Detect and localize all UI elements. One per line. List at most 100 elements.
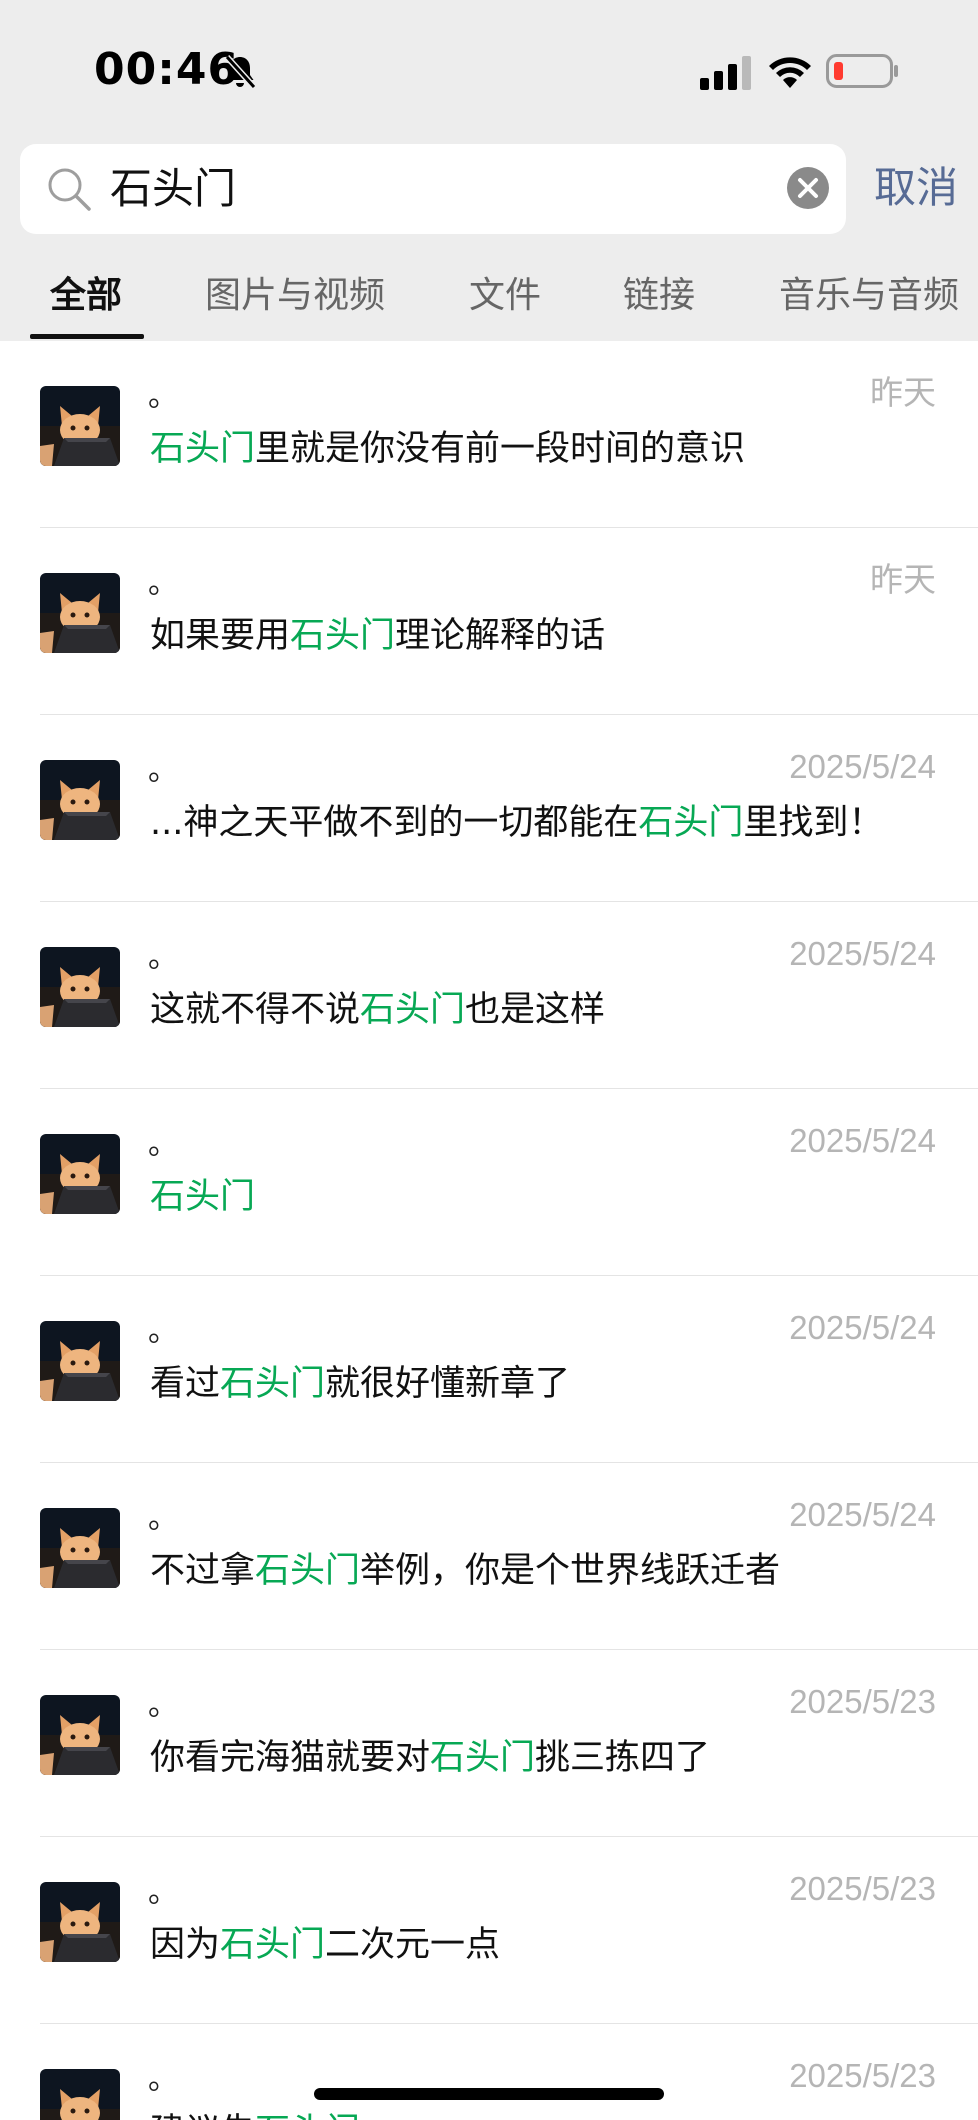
- cat-avatar-icon: [40, 2069, 120, 2120]
- snippet-text-before: 建议先: [150, 2112, 255, 2120]
- search-input[interactable]: 石头门: [110, 162, 236, 216]
- snippet-text-before: ...神之天平做不到的一切都能在: [150, 803, 639, 843]
- message-date: 2025/5/24: [789, 935, 936, 972]
- snippet-text-before: 因为: [150, 1925, 221, 1965]
- snippet-text-before: 这就不得不说: [150, 990, 361, 1030]
- avatar: [40, 1882, 120, 1962]
- message-snippet: 建议先石头门: [150, 2108, 360, 2120]
- cat-avatar-icon: [40, 1882, 120, 1962]
- sender-name: 。: [148, 1127, 178, 1162]
- message-snippet: 不过拿石头门举例，你是个世界线跃迁者: [150, 1547, 780, 1595]
- avatar: [40, 760, 120, 840]
- tab-images-videos[interactable]: 图片与视频: [205, 272, 385, 320]
- snippet-text-after: 理论解释的话: [395, 616, 606, 656]
- cat-avatar-icon: [40, 760, 120, 840]
- message-snippet: 如果要用石头门理论解释的话: [150, 612, 605, 660]
- message-date: 2025/5/24: [789, 748, 936, 785]
- keyword-highlight: 石头门: [255, 2112, 360, 2120]
- sender-name: 。: [148, 2062, 178, 2097]
- keyword-highlight: 石头门: [360, 990, 466, 1030]
- message-date: 2025/5/24: [789, 1309, 936, 1346]
- results-list: 。 昨天 石头门里就是你没有前一段时间的意识 。 昨天 如果要用石头门理论解释的…: [0, 341, 978, 2120]
- header: 00:46 石头门 取消 全部 图片与视频 文件 链接 音乐与音频: [0, 0, 978, 341]
- search-result-item[interactable]: 。 2025/5/24 不过拿石头门举例，你是个世界线跃迁者: [0, 1463, 978, 1650]
- avatar: [40, 1695, 120, 1775]
- snippet-text-after: 里找到！: [743, 803, 884, 843]
- keyword-highlight: 石头门: [220, 1925, 326, 1965]
- avatar: [40, 573, 120, 653]
- keyword-highlight: 石头门: [430, 1738, 536, 1778]
- clear-icon[interactable]: [786, 166, 830, 210]
- sender-name: 。: [148, 1688, 178, 1723]
- cat-avatar-icon: [40, 386, 120, 466]
- tab-files[interactable]: 文件: [469, 272, 541, 320]
- snippet-text-after: 也是这样: [465, 990, 606, 1030]
- sender-name: 。: [148, 940, 178, 975]
- message-snippet: 看过石头门就很好懂新章了: [150, 1360, 570, 1408]
- avatar: [40, 1321, 120, 1401]
- keyword-highlight: 石头门: [150, 429, 256, 469]
- tab-all[interactable]: 全部: [50, 272, 122, 320]
- message-snippet: ...神之天平做不到的一切都能在石头门里找到！: [150, 799, 883, 847]
- cat-avatar-icon: [40, 1134, 120, 1214]
- cat-avatar-icon: [40, 1321, 120, 1401]
- avatar: [40, 947, 120, 1027]
- search-result-item[interactable]: 。 2025/5/23 你看完海猫就要对石头门挑三拣四了: [0, 1650, 978, 1837]
- sender-name: 。: [148, 1314, 178, 1349]
- sender-name: 。: [148, 379, 178, 414]
- sender-name: 。: [148, 1501, 178, 1536]
- sender-name: 。: [148, 753, 178, 788]
- home-indicator[interactable]: [314, 2088, 664, 2100]
- message-date: 2025/5/23: [789, 1683, 936, 1720]
- keyword-highlight: 石头门: [150, 1177, 256, 1217]
- search-result-item[interactable]: 。 2025/5/23 因为石头门二次元一点: [0, 1837, 978, 2024]
- keyword-highlight: 石头门: [220, 1364, 326, 1404]
- snippet-text-before: 如果要用: [150, 616, 291, 656]
- message-snippet: 石头门: [150, 1173, 255, 1221]
- snippet-text-after: 里就是你没有前一段时间的意识: [255, 429, 746, 469]
- search-field[interactable]: 石头门: [20, 144, 846, 234]
- search-results-screen: 00:46 石头门 取消 全部 图片与视频 文件 链接 音乐与音频 。 昨天 石…: [0, 0, 978, 2120]
- search-result-item[interactable]: 。 2025/5/23 建议先石头门: [0, 2024, 978, 2120]
- search-result-item[interactable]: 。 昨天 如果要用石头门理论解释的话: [0, 528, 978, 715]
- wifi-icon: [769, 57, 811, 88]
- message-snippet: 你看完海猫就要对石头门挑三拣四了: [150, 1734, 710, 1782]
- search-icon: [48, 168, 91, 211]
- message-date: 2025/5/24: [789, 1122, 936, 1159]
- cat-avatar-icon: [40, 1695, 120, 1775]
- message-snippet: 这就不得不说石头门也是这样: [150, 986, 605, 1034]
- status-time: 00:46: [94, 44, 240, 95]
- search-result-item[interactable]: 。 2025/5/24 ...神之天平做不到的一切都能在石头门里找到！: [0, 715, 978, 902]
- cat-avatar-icon: [40, 1508, 120, 1588]
- message-date: 昨天: [870, 561, 936, 598]
- snippet-text-after: 挑三拣四了: [535, 1738, 711, 1778]
- sender-name: 。: [148, 1875, 178, 1910]
- avatar: [40, 386, 120, 466]
- message-date: 2025/5/24: [789, 1496, 936, 1533]
- cancel-button[interactable]: 取消: [874, 160, 958, 216]
- snippet-text-after: 就很好懂新章了: [325, 1364, 571, 1404]
- search-result-item[interactable]: 。 2025/5/24 看过石头门就很好懂新章了: [0, 1276, 978, 1463]
- message-date: 2025/5/23: [789, 2057, 936, 2094]
- search-result-item[interactable]: 。 2025/5/24 石头门: [0, 1089, 978, 1276]
- snippet-text-before: 不过拿: [150, 1551, 256, 1591]
- avatar: [40, 2069, 120, 2120]
- avatar: [40, 1134, 120, 1214]
- tab-links[interactable]: 链接: [623, 272, 695, 320]
- tab-music-audio[interactable]: 音乐与音频: [779, 272, 959, 320]
- snippet-text-before: 你看完海猫就要对: [150, 1738, 431, 1778]
- message-snippet: 石头门里就是你没有前一段时间的意识: [150, 425, 745, 473]
- avatar: [40, 1508, 120, 1588]
- snippet-text-before: 看过: [150, 1364, 221, 1404]
- cat-avatar-icon: [40, 573, 120, 653]
- cat-avatar-icon: [40, 947, 120, 1027]
- sender-name: 。: [148, 566, 178, 601]
- keyword-highlight: 石头门: [255, 1551, 361, 1591]
- battery-low-icon: [826, 54, 898, 88]
- message-date: 2025/5/23: [789, 1870, 936, 1907]
- message-snippet: 因为石头门二次元一点: [150, 1921, 500, 1969]
- active-tab-indicator: [30, 334, 144, 339]
- search-result-item[interactable]: 。 昨天 石头门里就是你没有前一段时间的意识: [0, 341, 978, 528]
- search-result-item[interactable]: 。 2025/5/24 这就不得不说石头门也是这样: [0, 902, 978, 1089]
- bell-muted-icon: [224, 54, 257, 90]
